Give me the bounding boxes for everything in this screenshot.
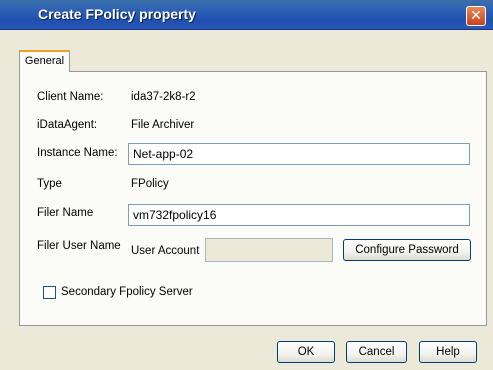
type-label: Type <box>37 178 62 190</box>
client-name-label: Client Name: <box>37 91 104 103</box>
instance-name-input[interactable]: Net-app-02 <box>128 143 470 165</box>
ok-button[interactable]: OK <box>277 341 335 363</box>
configure-password-button[interactable]: Configure Password <box>343 239 471 261</box>
close-icon: ✕ <box>470 7 482 23</box>
help-button[interactable]: Help <box>419 341 477 363</box>
secondary-fpolicy-checkbox[interactable] <box>43 286 56 299</box>
idataagent-label: iDataAgent: <box>37 119 98 131</box>
tab-general[interactable]: General <box>19 50 70 72</box>
tab-general-label: General <box>24 55 65 67</box>
secondary-fpolicy-label: Secondary Fpolicy Server <box>61 286 193 298</box>
client-name-value: ida37-2k8-r2 <box>131 91 196 103</box>
type-value: FPolicy <box>131 178 169 190</box>
filer-name-label: Filer Name <box>37 207 94 219</box>
close-button[interactable]: ✕ <box>466 6 486 26</box>
cancel-button[interactable]: Cancel <box>346 341 407 363</box>
instance-name-label: Instance Name: <box>37 147 118 159</box>
user-account-label: User Account <box>131 245 200 257</box>
filer-name-input[interactable]: vm732fpolicy16 <box>128 204 470 226</box>
filer-user-name-label: Filer User Name <box>37 240 121 252</box>
user-account-input[interactable] <box>205 238 333 262</box>
idataagent-value: File Archiver <box>131 119 195 131</box>
title-bar[interactable]: Create FPolicy property ✕ <box>0 0 493 30</box>
window-title: Create FPolicy property <box>38 6 196 22</box>
dialog-window: Create FPolicy property ✕ General Client… <box>0 0 493 370</box>
